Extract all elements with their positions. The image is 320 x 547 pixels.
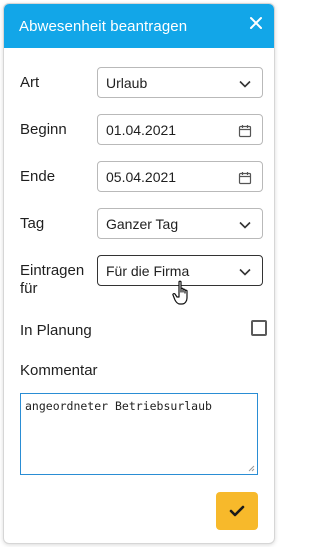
in-planung-checkbox[interactable] <box>251 320 267 336</box>
confirm-button[interactable] <box>216 492 258 530</box>
hand-pointer-cursor <box>172 280 188 305</box>
tag-label: Tag <box>20 215 45 232</box>
tag-select[interactable]: Ganzer Tag <box>97 208 263 239</box>
chevron-down-icon <box>239 80 251 88</box>
beginn-label: Beginn <box>20 121 67 138</box>
dialog-header: Abwesenheit beantragen <box>4 4 274 48</box>
tag-select-value: Ganzer Tag <box>106 216 179 232</box>
calendar-icon[interactable] <box>238 124 252 138</box>
art-select[interactable]: Urlaub <box>97 67 263 98</box>
ende-date-value: 05.04.2021 <box>106 169 177 185</box>
eintragen-fuer-value: Für die Firma <box>106 263 190 279</box>
art-select-value: Urlaub <box>106 75 148 91</box>
kommentar-label: Kommentar <box>20 362 98 379</box>
kommentar-text: angeordneter Betriebsurlaub <box>25 399 212 413</box>
absence-request-dialog: Abwesenheit beantragen Art Urlaub Beginn… <box>3 3 275 544</box>
checkmark-icon <box>229 505 245 517</box>
in-planung-label: In Planung <box>20 322 92 339</box>
chevron-down-icon <box>239 268 251 276</box>
calendar-icon[interactable] <box>238 171 252 185</box>
kommentar-textarea[interactable]: angeordneter Betriebsurlaub <box>20 393 258 475</box>
close-icon[interactable] <box>247 14 265 32</box>
ende-date-input[interactable]: 05.04.2021 <box>97 161 263 192</box>
beginn-date-value: 01.04.2021 <box>106 122 177 138</box>
ende-label: Ende <box>20 168 56 185</box>
dialog-title: Abwesenheit beantragen <box>19 18 188 35</box>
eintragen-label-line2: für <box>20 280 38 297</box>
beginn-date-input[interactable]: 01.04.2021 <box>97 114 263 145</box>
chevron-down-icon <box>239 221 251 229</box>
resize-grip-icon[interactable] <box>247 464 255 472</box>
art-label: Art <box>20 74 40 91</box>
eintragen-label-line1: Eintragen <box>20 262 85 279</box>
